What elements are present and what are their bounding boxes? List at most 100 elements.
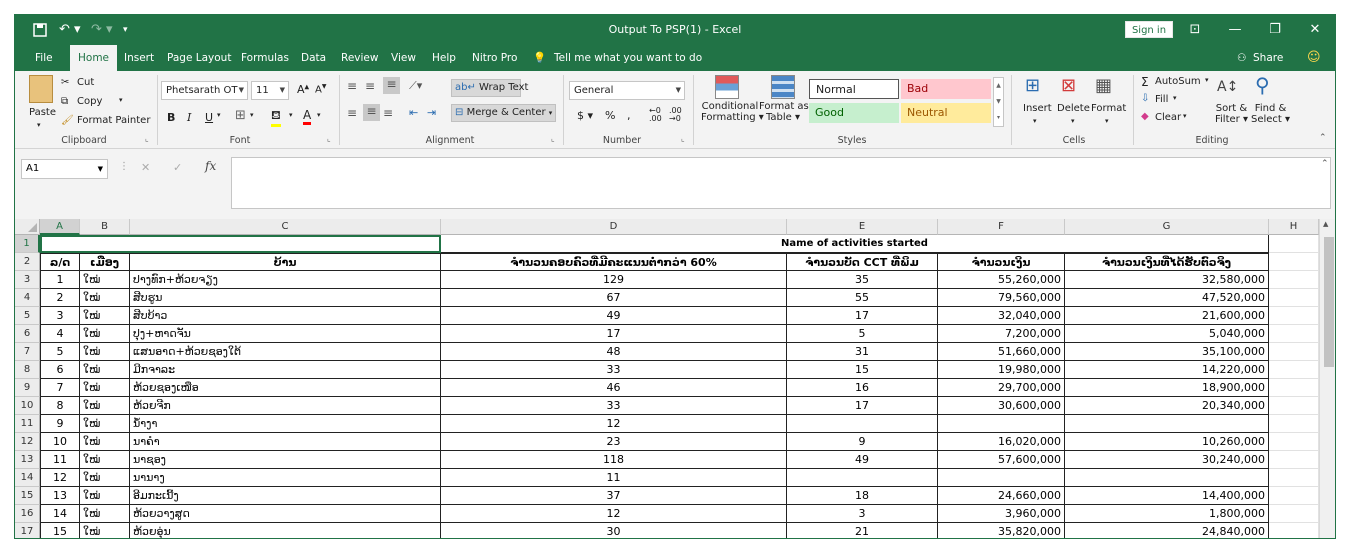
district-cell[interactable]: ໃໝ່ <box>80 505 130 523</box>
collapse-ribbon-icon[interactable]: ⌃ <box>1319 133 1327 143</box>
cct-cards-cell[interactable] <box>787 415 938 433</box>
amount-cell[interactable]: 24,660,000 <box>938 487 1065 505</box>
empty-cell[interactable] <box>1269 289 1319 307</box>
tab-help[interactable]: Help <box>432 45 456 71</box>
insert-function-icon[interactable]: fx <box>205 159 216 173</box>
families-cell[interactable]: 33 <box>441 397 787 415</box>
amount-received-cell[interactable]: 18,900,000 <box>1065 379 1269 397</box>
column-header[interactable]: A <box>40 219 80 235</box>
restore-button[interactable]: ❐ <box>1257 15 1293 45</box>
amount-received-cell[interactable]: 35,100,000 <box>1065 343 1269 361</box>
column-header[interactable]: C <box>130 219 441 235</box>
select-all-button[interactable] <box>15 219 40 235</box>
row-header[interactable]: 12 <box>15 433 40 451</box>
empty-cell[interactable] <box>1269 235 1319 253</box>
merged-title-cell[interactable]: Name of activities started <box>441 235 1269 253</box>
fill-color-dropdown-icon[interactable]: ▾ <box>289 111 293 119</box>
row-header[interactable]: 3 <box>15 271 40 289</box>
amount-cell[interactable]: 79,560,000 <box>938 289 1065 307</box>
amount-received-cell[interactable]: 14,220,000 <box>1065 361 1269 379</box>
column-header[interactable]: H <box>1269 219 1319 235</box>
tab-home[interactable]: Home <box>70 45 118 71</box>
order-cell[interactable]: 15 <box>40 523 80 538</box>
families-cell[interactable]: 67 <box>441 289 787 307</box>
row-header[interactable]: 6 <box>15 325 40 343</box>
row-header[interactable]: 8 <box>15 361 40 379</box>
tab-file[interactable]: File <box>35 45 53 71</box>
order-cell[interactable]: 1 <box>40 271 80 289</box>
amount-received-cell[interactable]: 14,400,000 <box>1065 487 1269 505</box>
empty-cell[interactable] <box>1269 505 1319 523</box>
sign-in-button[interactable]: Sign in <box>1125 21 1173 38</box>
column-header[interactable]: E <box>787 219 938 235</box>
format-cells-button[interactable]: Format <box>1091 103 1126 114</box>
district-cell[interactable]: ໃໝ່ <box>80 307 130 325</box>
share-button[interactable]: Share <box>1253 45 1283 71</box>
amount-received-cell[interactable]: 24,840,000 <box>1065 523 1269 538</box>
copy-dropdown-icon[interactable]: ▾ <box>119 96 123 104</box>
align-left-icon[interactable]: ≡ <box>347 106 357 120</box>
families-cell[interactable]: 12 <box>441 505 787 523</box>
format-dropdown-icon[interactable]: ▾ <box>1105 117 1109 125</box>
empty-cell[interactable] <box>1269 523 1319 538</box>
autosum-button[interactable]: AutoSum <box>1155 76 1201 87</box>
accounting-format-icon[interactable]: $ ▾ <box>577 109 593 122</box>
amount-cell[interactable] <box>938 469 1065 487</box>
header-cell[interactable]: ຈຳນວນເງິນທີ່ໄດ້ຮັບຕົວຈິງ <box>1065 253 1269 271</box>
row-header[interactable]: 16 <box>15 505 40 523</box>
empty-cell[interactable] <box>1269 487 1319 505</box>
families-cell[interactable]: 37 <box>441 487 787 505</box>
district-cell[interactable]: ໃໝ່ <box>80 289 130 307</box>
scroll-up-icon[interactable]: ▲ <box>1323 220 1328 228</box>
cct-cards-cell[interactable]: 55 <box>787 289 938 307</box>
align-center-icon[interactable]: ≡ <box>363 104 380 121</box>
fill-button[interactable]: Fill <box>1155 94 1168 105</box>
underline-dropdown-icon[interactable]: ▾ <box>217 111 221 119</box>
cct-cards-cell[interactable] <box>787 469 938 487</box>
autosum-dropdown-icon[interactable]: ▾ <box>1205 76 1209 84</box>
amount-cell[interactable]: 51,660,000 <box>938 343 1065 361</box>
paste-icon[interactable] <box>29 75 53 103</box>
font-color-icon[interactable]: A <box>303 108 312 125</box>
borders-dropdown-icon[interactable]: ▾ <box>250 111 254 119</box>
amount-cell[interactable]: 3,960,000 <box>938 505 1065 523</box>
tell-me-search[interactable]: Tell me what you want to do <box>554 45 702 71</box>
column-header[interactable]: B <box>80 219 130 235</box>
cct-cards-cell[interactable]: 31 <box>787 343 938 361</box>
families-cell[interactable]: 30 <box>441 523 787 538</box>
ribbon-display-icon[interactable]: ⊡ <box>1177 15 1213 45</box>
families-cell[interactable]: 129 <box>441 271 787 289</box>
village-cell[interactable]: ນານາງ <box>130 469 441 487</box>
families-cell[interactable]: 48 <box>441 343 787 361</box>
district-cell[interactable]: ໃໝ່ <box>80 451 130 469</box>
style-good[interactable]: Good <box>809 103 899 123</box>
empty-cell[interactable] <box>1269 451 1319 469</box>
order-cell[interactable]: 7 <box>40 379 80 397</box>
percent-icon[interactable]: % <box>605 109 615 122</box>
formula-input[interactable] <box>231 157 1331 209</box>
vertical-scrollbar[interactable]: ▲ <box>1319 219 1335 538</box>
row-header[interactable]: 4 <box>15 289 40 307</box>
delete-cells-button[interactable]: Delete <box>1057 103 1090 114</box>
enter-icon[interactable]: ✓ <box>173 161 182 174</box>
paste-button[interactable]: Paste <box>29 107 56 118</box>
amount-cell[interactable]: 29,700,000 <box>938 379 1065 397</box>
amount-received-cell[interactable] <box>1065 469 1269 487</box>
families-cell[interactable]: 46 <box>441 379 787 397</box>
tab-data[interactable]: Data <box>301 45 326 71</box>
order-cell[interactable]: 11 <box>40 451 80 469</box>
district-cell[interactable]: ໃໝ່ <box>80 271 130 289</box>
district-cell[interactable]: ໃໝ່ <box>80 433 130 451</box>
village-cell[interactable]: ມີກຈາລະ <box>130 361 441 379</box>
amount-received-cell[interactable]: 5,040,000 <box>1065 325 1269 343</box>
district-cell[interactable]: ໃໝ່ <box>80 523 130 538</box>
sort-filter-button[interactable]: Sort & Filter ▾ <box>1215 103 1248 125</box>
amount-received-cell[interactable]: 21,600,000 <box>1065 307 1269 325</box>
district-cell[interactable]: ໃໝ່ <box>80 415 130 433</box>
decrease-decimal-icon[interactable]: .00 →0 <box>669 107 682 123</box>
format-painter-button[interactable]: Format Painter <box>77 115 150 126</box>
row-header[interactable]: 17 <box>15 523 40 538</box>
row-header[interactable]: 11 <box>15 415 40 433</box>
amount-cell[interactable]: 55,260,000 <box>938 271 1065 289</box>
district-cell[interactable]: ໃໝ່ <box>80 397 130 415</box>
